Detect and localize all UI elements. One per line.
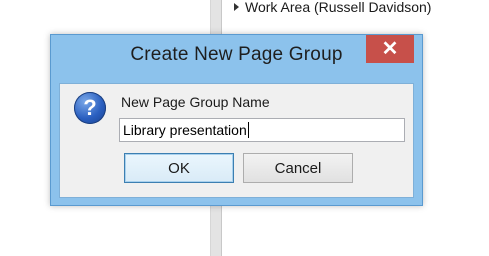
close-button[interactable]: ✕ <box>366 35 414 63</box>
expand-arrow-icon[interactable] <box>234 3 239 11</box>
page-group-name-label: New Page Group Name <box>121 94 270 110</box>
cancel-button[interactable]: Cancel <box>243 153 353 183</box>
tree-item-work-area[interactable]: Work Area (Russell Davidson) <box>234 0 431 17</box>
close-icon: ✕ <box>381 38 399 60</box>
text-caret <box>247 122 249 138</box>
input-text: Library presentation <box>123 122 247 138</box>
create-page-group-dialog: Create New Page Group ✕ ? New Page Group… <box>50 34 423 206</box>
tree-item-label: Work Area (Russell Davidson) <box>245 0 432 15</box>
page-group-name-input[interactable]: Library presentation <box>119 118 405 142</box>
dialog-body: ? New Page Group Name Library presentati… <box>59 83 414 198</box>
ok-button[interactable]: OK <box>124 153 234 183</box>
question-icon: ? <box>74 92 106 124</box>
